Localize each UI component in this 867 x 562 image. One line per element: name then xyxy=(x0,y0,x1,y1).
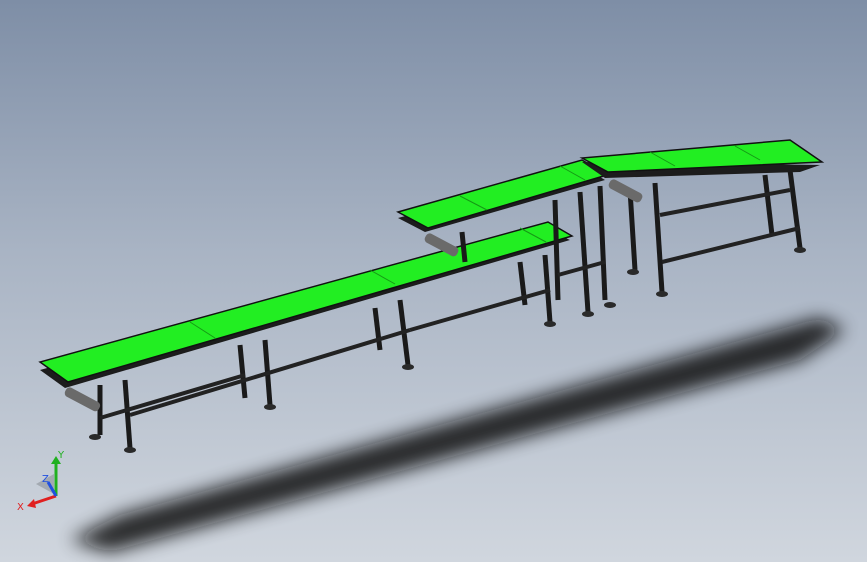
triad-y-label: Y xyxy=(57,450,65,461)
x-axis-icon xyxy=(31,494,57,506)
upper-conveyor-end-roller xyxy=(608,179,643,203)
upper-conveyor-legs xyxy=(627,169,803,293)
triad-z-label: Z xyxy=(42,474,49,485)
upper-conveyor-stretchers xyxy=(659,188,801,264)
ground-shadow xyxy=(70,318,845,552)
lower-conveyor-end-roller xyxy=(64,387,101,412)
triad-x-label: X xyxy=(17,502,24,513)
coordinate-triad: Y X Z xyxy=(17,450,65,513)
upper-conveyor-feet xyxy=(627,247,806,297)
middle-conveyor-stretchers xyxy=(557,260,606,277)
cad-viewport[interactable]: Y X Z xyxy=(0,0,867,562)
middle-conveyor-belt[interactable] xyxy=(396,159,609,229)
conveyor-assembly-model[interactable] xyxy=(0,0,867,562)
lower-conveyor-belt[interactable] xyxy=(38,221,574,383)
upper-conveyor[interactable] xyxy=(579,139,825,297)
